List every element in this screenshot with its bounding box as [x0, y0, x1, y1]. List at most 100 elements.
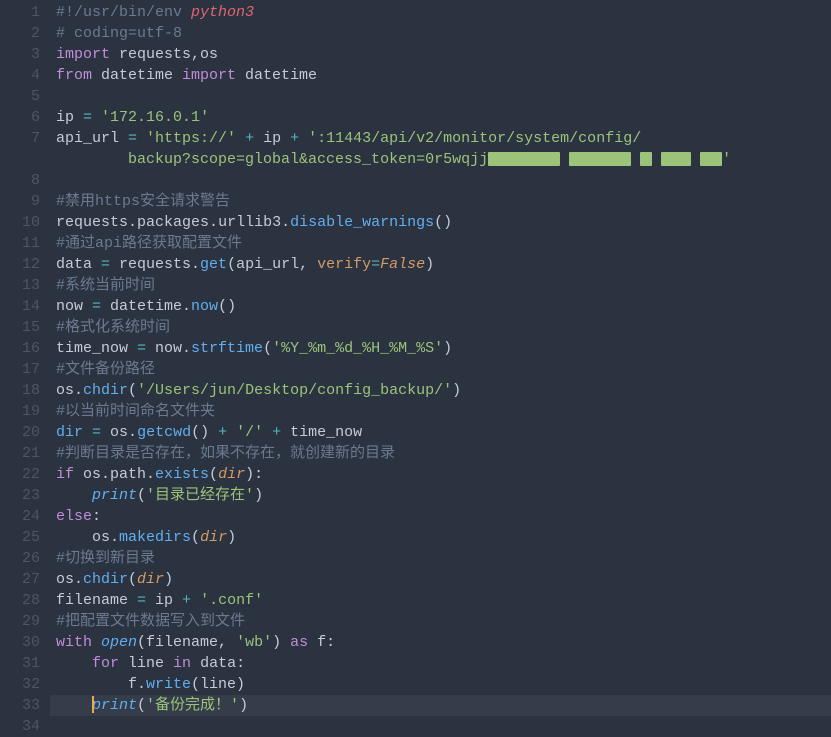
code-token [560, 151, 569, 168]
code-line[interactable]: else: [50, 506, 831, 527]
code-token: = [83, 109, 92, 126]
code-token: 'wb' [236, 634, 272, 651]
code-token: () [434, 214, 452, 231]
code-token: backup?scope=global&access_token=0r5wqjj [92, 151, 488, 168]
code-line[interactable]: #以当前时间命名文件夹 [50, 401, 831, 422]
code-line[interactable] [50, 716, 831, 737]
code-area[interactable]: #!/usr/bin/env python3# coding=utf-8impo… [50, 0, 831, 713]
line-number: 13 [18, 275, 40, 296]
code-line[interactable]: #格式化系统时间 [50, 317, 831, 338]
code-line[interactable]: with open(filename, 'wb') as f: [50, 632, 831, 653]
code-token: requests,os [110, 46, 218, 63]
line-number: 8 [18, 170, 40, 191]
code-token: '目录已经存在' [146, 487, 254, 504]
code-line[interactable]: print('目录已经存在') [50, 485, 831, 506]
code-token: #通过api路径获取配置文件 [56, 235, 242, 252]
code-token: dir [137, 571, 164, 588]
code-line[interactable]: api_url = 'https://' + ip + ':11443/api/… [50, 128, 831, 149]
redacted-block [569, 152, 631, 166]
code-line[interactable]: os.chdir(dir) [50, 569, 831, 590]
code-token: os. [92, 529, 119, 546]
line-number: 22 [18, 464, 40, 485]
redacted-block [488, 152, 560, 166]
code-token: with [56, 634, 92, 651]
code-token: #格式化系统时间 [56, 319, 170, 336]
code-token: ':11443/api/v2/monitor/system/config/ [308, 130, 641, 147]
code-token: ip [254, 130, 290, 147]
code-line[interactable] [50, 86, 831, 107]
code-token: f. [128, 676, 146, 693]
line-number: 29 [18, 611, 40, 632]
code-token: requests [56, 214, 128, 231]
line-number: 23 [18, 485, 40, 506]
code-line[interactable]: #文件备份路径 [50, 359, 831, 380]
code-token: ' [722, 151, 731, 168]
code-token [236, 130, 245, 147]
code-token: exists [155, 466, 209, 483]
code-token: #切换到新目录 [56, 550, 155, 567]
code-line[interactable]: backup?scope=global&access_token=0r5wqjj… [50, 149, 831, 170]
code-line[interactable]: dir = os.getcwd() + '/' + time_now [50, 422, 831, 443]
code-token: import [182, 67, 236, 84]
line-number: 14 [18, 296, 40, 317]
code-token: f: [308, 634, 335, 651]
code-token: line [119, 655, 173, 672]
code-line[interactable]: os.makedirs(dir) [50, 527, 831, 548]
code-token: os. [56, 382, 83, 399]
code-line[interactable]: #通过api路径获取配置文件 [50, 233, 831, 254]
line-number: 9 [18, 191, 40, 212]
code-token: print [92, 697, 137, 714]
code-token: '/Users/jun/Desktop/config_backup/' [137, 382, 452, 399]
line-number: 19 [18, 401, 40, 422]
code-line[interactable]: if os.path.exists(dir): [50, 464, 831, 485]
code-token: packages [137, 214, 209, 231]
code-line[interactable]: #判断目录是否存在，如果不存在，就创建新的目录 [50, 443, 831, 464]
code-line[interactable]: #系统当前时间 [50, 275, 831, 296]
line-number: 28 [18, 590, 40, 611]
code-line[interactable]: import requests,os [50, 44, 831, 65]
code-token: as [290, 634, 308, 651]
code-token: ) [425, 256, 434, 273]
code-token [263, 424, 272, 441]
code-token: ( [137, 487, 146, 504]
code-token: data [56, 256, 101, 273]
code-line[interactable]: #!/usr/bin/env python3 [50, 2, 831, 23]
code-line[interactable]: #禁用https安全请求警告 [50, 191, 831, 212]
code-token: ip [146, 592, 182, 609]
code-line[interactable]: #把配置文件数据写入到文件 [50, 611, 831, 632]
code-line[interactable]: os.chdir('/Users/jun/Desktop/config_back… [50, 380, 831, 401]
code-token [191, 592, 200, 609]
code-line[interactable]: #切换到新目录 [50, 548, 831, 569]
code-token: '172.16.0.1' [101, 109, 209, 126]
code-line[interactable]: from datetime import datetime [50, 65, 831, 86]
code-line[interactable]: filename = ip + '.conf' [50, 590, 831, 611]
code-token: . [209, 214, 218, 231]
code-token: os. [56, 571, 83, 588]
code-line[interactable]: time_now = now.strftime('%Y_%m_%d_%H_%M_… [50, 338, 831, 359]
code-token [299, 130, 308, 147]
code-line[interactable]: for line in data: [50, 653, 831, 674]
code-token: ) [164, 571, 173, 588]
code-token: dir [56, 424, 83, 441]
line-number: 17 [18, 359, 40, 380]
code-line[interactable]: requests.packages.urllib3.disable_warnin… [50, 212, 831, 233]
code-token: get [200, 256, 227, 273]
code-line[interactable]: data = requests.get(api_url, verify=Fals… [50, 254, 831, 275]
code-line[interactable]: ip = '172.16.0.1' [50, 107, 831, 128]
line-number: 34 [18, 716, 40, 737]
code-token: data: [191, 655, 245, 672]
code-token: ) [452, 382, 461, 399]
code-line[interactable]: # coding=utf-8 [50, 23, 831, 44]
code-line[interactable]: f.write(line) [50, 674, 831, 695]
line-number: 30 [18, 632, 40, 653]
code-editor[interactable]: 1234567891011121314151617181920212223242… [0, 0, 831, 713]
code-token: '/' [236, 424, 263, 441]
code-token: () [218, 298, 236, 315]
code-token: + [218, 424, 227, 441]
line-number: 7 [18, 128, 40, 149]
code-line[interactable]: now = datetime.now() [50, 296, 831, 317]
code-token: api_url [56, 130, 128, 147]
line-number: 31 [18, 653, 40, 674]
code-token: ) [272, 634, 290, 651]
code-line[interactable] [50, 170, 831, 191]
